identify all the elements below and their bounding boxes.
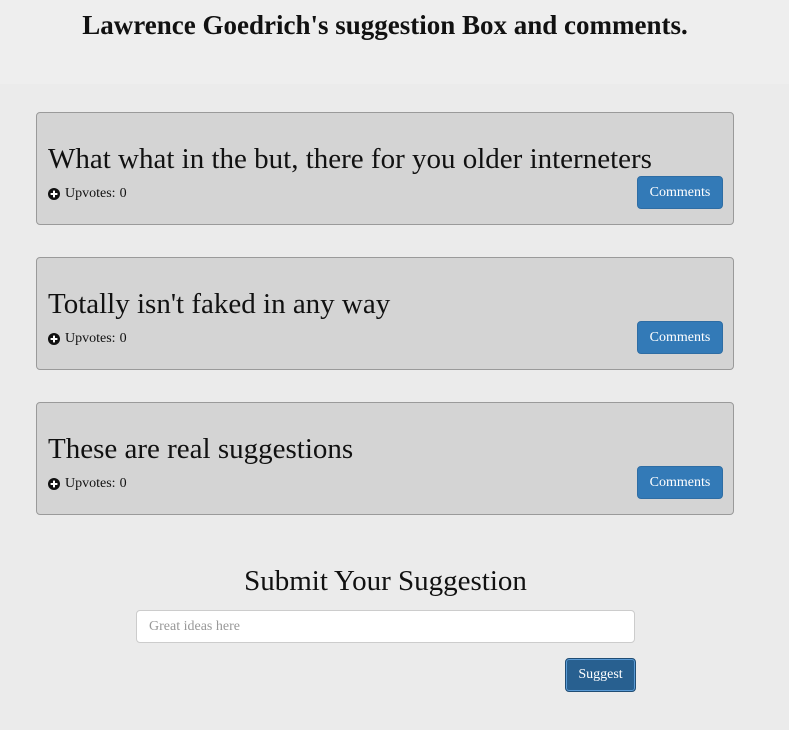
upvote-control[interactable]: Upvotes: 0 xyxy=(48,186,127,202)
upvote-count: 0 xyxy=(119,186,127,201)
page-header: Lawrence Goedrich's suggestion Box and c… xyxy=(0,0,789,84)
suggestion-card: Totally isn't faked in any way Upvotes: … xyxy=(36,257,734,370)
upvote-count: 0 xyxy=(119,476,127,491)
comments-button[interactable]: Comments xyxy=(637,321,723,354)
plus-circle-icon[interactable] xyxy=(48,333,60,345)
upvote-label: Upvotes: xyxy=(65,476,116,491)
plus-circle-icon[interactable] xyxy=(48,478,60,490)
submit-heading: Submit Your Suggestion xyxy=(244,565,527,597)
upvote-count: 0 xyxy=(119,331,127,346)
suggestion-card: What what in the but, there for you olde… xyxy=(36,112,734,225)
upvote-label: Upvotes: xyxy=(65,331,116,346)
suggestion-text: Totally isn't faked in any way xyxy=(48,288,391,320)
suggestion-card: These are real suggestions Upvotes: 0 Co… xyxy=(36,402,734,515)
upvote-control[interactable]: Upvotes: 0 xyxy=(48,331,127,347)
suggestion-text: What what in the but, there for you olde… xyxy=(48,143,652,175)
plus-circle-icon[interactable] xyxy=(48,188,60,200)
suggest-button[interactable]: Suggest xyxy=(565,658,636,692)
comments-button[interactable]: Comments xyxy=(637,176,723,209)
suggestion-input[interactable] xyxy=(136,610,635,643)
page-title: Lawrence Goedrich's suggestion Box and c… xyxy=(82,10,688,40)
comments-button[interactable]: Comments xyxy=(637,466,723,499)
upvote-label: Upvotes: xyxy=(65,186,116,201)
suggestion-text: These are real suggestions xyxy=(48,433,354,465)
upvote-control[interactable]: Upvotes: 0 xyxy=(48,476,127,492)
